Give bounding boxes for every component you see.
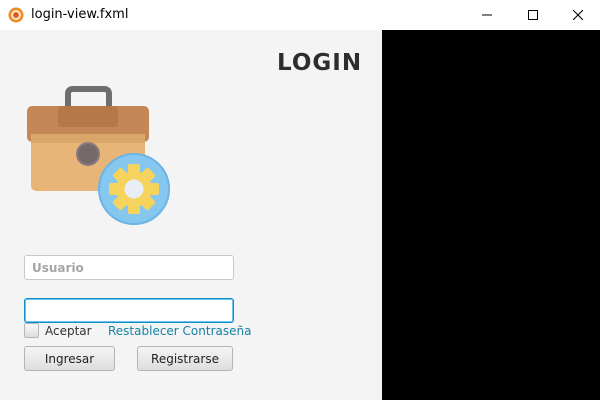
login-panel: LOGIN Usuario Aceptar Restablecer Contra… [0,30,382,400]
close-button[interactable] [555,0,600,30]
title-bar: login-view.fxml [0,0,600,30]
minimize-icon [482,14,492,16]
password-input[interactable] [24,298,234,323]
login-heading: LOGIN [277,50,363,76]
briefcase-gear-icon [24,86,174,236]
window-title: login-view.fxml [31,7,129,22]
maximize-icon [528,10,538,20]
minimize-button[interactable] [464,0,510,30]
close-icon [573,10,583,20]
login-button[interactable]: Ingresar [24,346,115,371]
username-input[interactable] [24,255,234,280]
reset-password-link[interactable]: Restablecer Contraseña [108,324,251,338]
maximize-button[interactable] [510,0,556,30]
register-button[interactable]: Registrarse [137,346,233,371]
accept-label[interactable]: Aceptar [45,324,92,338]
accept-checkbox[interactable] [24,323,39,338]
app-icon [8,7,24,23]
